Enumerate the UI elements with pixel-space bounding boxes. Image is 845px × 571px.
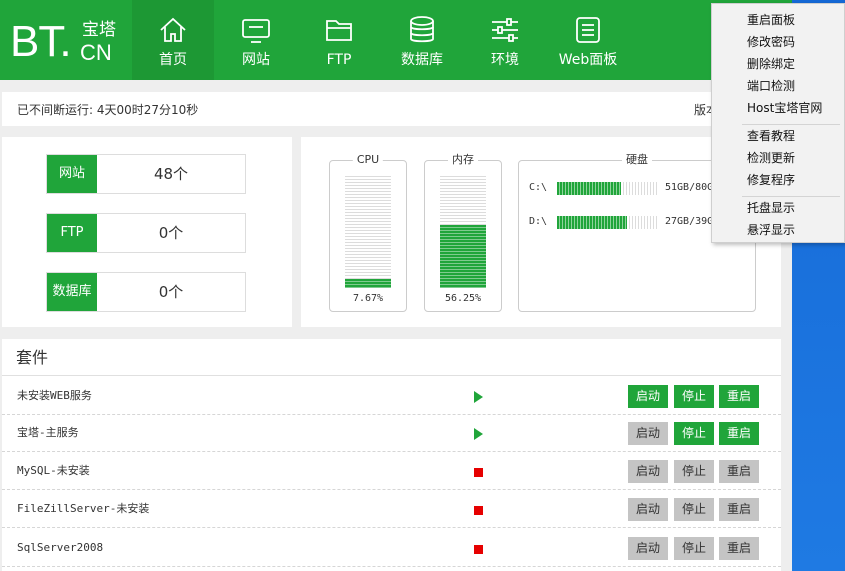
- disk-gauge-title: 硬盘: [622, 152, 652, 168]
- nav-item-database[interactable]: 数据库: [381, 0, 463, 80]
- context-menu-item[interactable]: 检测更新: [747, 150, 795, 166]
- count-value: 48个: [153, 165, 189, 183]
- disk-usage-fill: [557, 182, 621, 195]
- home-icon: [160, 17, 186, 42]
- context-menu: 重启面板修改密码删除绑定端口检测 Host宝塔官网 查看教程检测更新修复程序托盘显示…: [711, 3, 845, 243]
- count-value: 0个: [158, 283, 184, 301]
- sliders-icon: [492, 18, 518, 42]
- menu-separator: [742, 196, 840, 197]
- service-name: MySQL-未安装: [17, 464, 90, 477]
- drive-label: C:\: [529, 182, 548, 193]
- nav-item-environment[interactable]: 环境: [464, 0, 546, 80]
- context-menu-item[interactable]: 修复程序: [747, 172, 795, 188]
- count-label: 网站: [47, 155, 97, 193]
- cpu-gauge-value: 7.67%: [352, 293, 384, 304]
- stop-button[interactable]: 停止: [674, 537, 714, 560]
- start-button[interactable]: 启动: [628, 385, 668, 408]
- service-row: MySQL-未安装 启动 停止 重启: [2, 452, 781, 490]
- logo-text: BT.: [10, 17, 72, 66]
- database-icon: [410, 16, 434, 43]
- restart-button[interactable]: 重启: [719, 537, 759, 560]
- stopped-status-icon: [474, 506, 483, 515]
- start-button[interactable]: 启动: [628, 537, 668, 560]
- nav-item-home[interactable]: 首页: [132, 0, 214, 80]
- count-label: 数据库: [47, 273, 97, 311]
- context-menu-item[interactable]: 悬浮显示: [747, 222, 795, 238]
- start-button[interactable]: 启动: [628, 422, 668, 445]
- uptime-text: 已不间断运行: 4天00时27分10秒: [17, 103, 199, 117]
- memory-gauge-track: [440, 176, 486, 288]
- context-menu-item[interactable]: 删除绑定: [747, 56, 795, 72]
- drive-label: D:\: [529, 216, 548, 227]
- running-status-icon: [474, 428, 483, 440]
- context-menu-item[interactable]: 重启面板: [747, 12, 795, 28]
- cpu-gauge-fill: [345, 279, 391, 288]
- services-heading: 套件: [16, 348, 49, 367]
- services-panel: 套件 未安装WEB服务 启动 停止 重启 宝塔-主服务 启动 停止 重启 MySQL-未安装 启动…: [2, 339, 781, 571]
- start-button[interactable]: 启动: [628, 460, 668, 483]
- stopped-status-icon: [474, 468, 483, 477]
- memory-gauge-value: 56.25%: [444, 293, 482, 304]
- menu-separator: [742, 124, 840, 125]
- memory-gauge: 内存 56.25%: [424, 152, 502, 312]
- stopped-status-icon: [474, 545, 483, 554]
- service-row: 宝塔-主服务 启动 停止 重启: [2, 414, 781, 452]
- nav-label: 数据库: [401, 52, 443, 68]
- nav-label: FTP: [326, 52, 352, 68]
- website-count[interactable]: 网站 48个: [46, 154, 246, 194]
- ftp-count[interactable]: FTP 0个: [46, 213, 246, 253]
- service-name: FileZillServer-未安装: [17, 502, 150, 515]
- disk-usage-bar: [557, 182, 657, 195]
- cpu-gauge-track: [345, 176, 391, 288]
- restart-button[interactable]: 重启: [719, 460, 759, 483]
- nav-label: Web面板: [558, 52, 618, 68]
- cpu-gauge-title: CPU: [352, 152, 384, 168]
- service-name: SqlServer2008: [17, 541, 104, 554]
- memory-gauge-fill: [440, 225, 486, 288]
- context-menu-item[interactable]: 端口检测: [747, 78, 795, 94]
- nav-item-website[interactable]: 网站: [215, 0, 297, 80]
- nav-label: 环境: [491, 52, 519, 68]
- restart-button[interactable]: 重启: [719, 385, 759, 408]
- restart-button[interactable]: 重启: [719, 422, 759, 445]
- resources-panel: CPU 7.67% 内存 56.25% 硬盘 C:\ 51GB/80G D:\ …: [301, 137, 781, 327]
- nav-item-ftp[interactable]: FTP: [298, 0, 380, 80]
- context-menu-item[interactable]: Host宝塔官网: [747, 100, 822, 116]
- stop-button[interactable]: 停止: [674, 385, 714, 408]
- context-menu-item[interactable]: 查看教程: [747, 128, 795, 144]
- divider: [2, 375, 781, 376]
- disk-usage-fill: [557, 216, 627, 229]
- stop-button[interactable]: 停止: [674, 422, 714, 445]
- top-nav-bar: BT. 宝塔 CN 首页 网站 FTP 数据库 环境 Web面板: [0, 0, 792, 80]
- count-label: FTP: [47, 214, 97, 252]
- list-icon: [576, 17, 600, 43]
- service-row: 未安装WEB服务 启动 停止 重启: [2, 377, 781, 415]
- restart-button[interactable]: 重启: [719, 498, 759, 521]
- disk-usage-bar: [557, 216, 657, 229]
- running-status-icon: [474, 391, 483, 403]
- status-bar: 已不间断运行: 4天00时27分10秒 版本: [2, 92, 781, 126]
- context-menu-item[interactable]: 托盘显示: [747, 200, 795, 216]
- database-count[interactable]: 数据库 0个: [46, 272, 246, 312]
- nav-label: 网站: [242, 52, 270, 68]
- service-name: 未安装WEB服务: [17, 389, 92, 402]
- stop-button[interactable]: 停止: [674, 460, 714, 483]
- folder-icon: [326, 20, 352, 41]
- service-row: FileZillServer-未安装 启动 停止 重启: [2, 490, 781, 528]
- nav-label: 首页: [159, 52, 187, 68]
- service-row: SqlServer2008 启动 停止 重启: [2, 529, 781, 567]
- logo-subtext-top: 宝塔: [82, 20, 116, 40]
- memory-gauge-title: 内存: [448, 152, 478, 168]
- monitor-icon: [242, 19, 270, 43]
- service-name: 宝塔-主服务: [17, 426, 79, 439]
- nav-item-web-panel[interactable]: Web面板: [547, 0, 629, 80]
- start-button[interactable]: 启动: [628, 498, 668, 521]
- count-value: 0个: [158, 224, 184, 242]
- counts-panel: 网站 48个 FTP 0个 数据库 0个: [2, 137, 292, 327]
- stop-button[interactable]: 停止: [674, 498, 714, 521]
- context-menu-item[interactable]: 修改密码: [747, 34, 795, 50]
- cpu-gauge: CPU 7.67%: [329, 152, 407, 312]
- logo-subtext-bottom: CN: [80, 40, 112, 65]
